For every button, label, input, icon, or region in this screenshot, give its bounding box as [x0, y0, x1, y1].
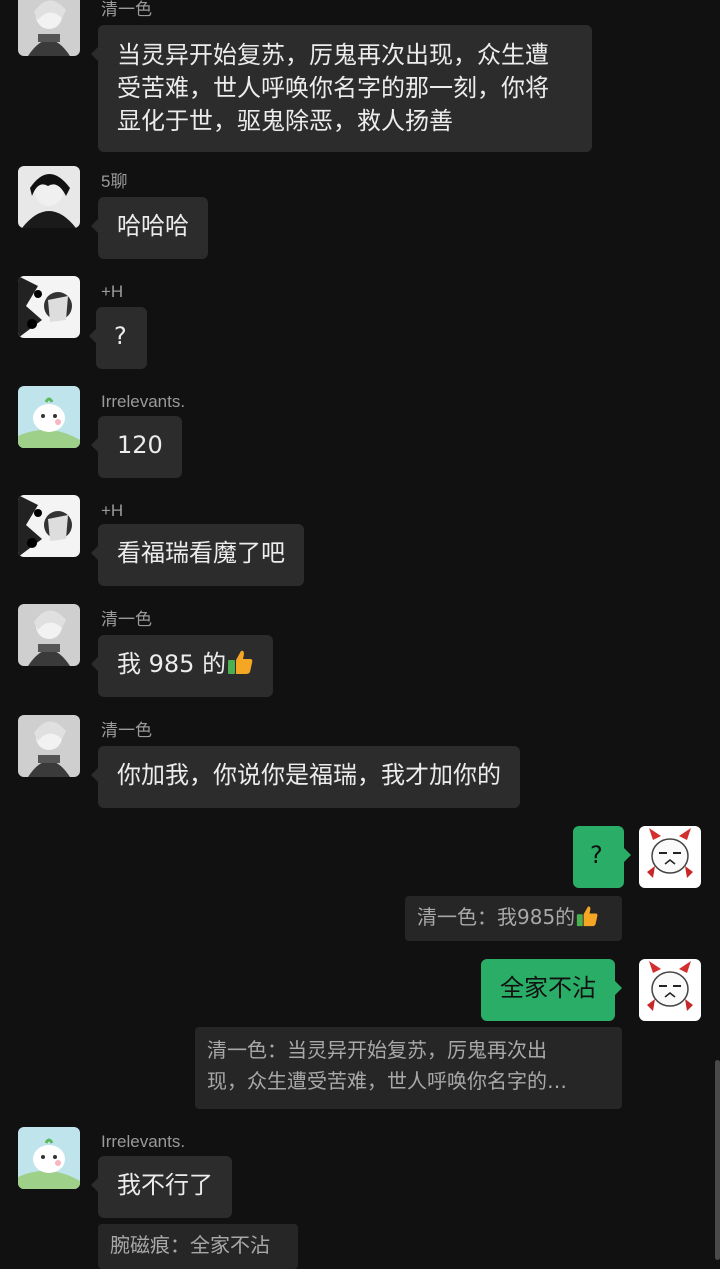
- sender-name: Irrelevants.: [101, 392, 186, 411]
- avatar[interactable]: [18, 604, 80, 666]
- sender-name: 5聊: [101, 172, 128, 191]
- sender-name: 清一色: [101, 721, 152, 740]
- sender-name: Irrelevants.: [101, 1132, 186, 1151]
- quoted-message[interactable]: 腕磁痕：全家不沾: [98, 1224, 298, 1269]
- message-bubble[interactable]: 看福瑞看魔了吧: [91, 524, 304, 586]
- avatar[interactable]: [18, 0, 80, 56]
- sender-name: +H: [101, 282, 124, 301]
- scrollbar[interactable]: [715, 1060, 720, 1260]
- message-bubble[interactable]: 我不行了: [91, 1156, 232, 1218]
- message-bubble-outgoing[interactable]: ?: [573, 826, 631, 888]
- message-bubble[interactable]: 当灵异开始复苏，厉鬼再次出现，众生遭 受苦难，世人呼唤你名字的那一刻，你将 显化…: [91, 25, 592, 152]
- quoted-text-line: 清一色：当灵异开始复苏，厉鬼再次出: [207, 1038, 547, 1062]
- thumbs-up-icon: [226, 649, 254, 684]
- message-text-line: 显化于世，驱鬼除恶，救人扬善: [117, 107, 453, 135]
- quoted-message[interactable]: 清一色：我985的: [405, 896, 622, 941]
- message-text-line: 受苦难，世人呼唤你名字的那一刻，你将: [117, 74, 549, 102]
- avatar[interactable]: [18, 386, 80, 448]
- sender-name: +H: [101, 501, 124, 520]
- quoted-message[interactable]: 清一色：当灵异开始复苏，厉鬼再次出 现，众生遭受苦难，世人呼唤你名字的…: [195, 1027, 622, 1109]
- message-text: 我 985 的: [117, 650, 227, 678]
- avatar[interactable]: [18, 715, 80, 777]
- sender-name: 清一色: [101, 610, 152, 629]
- avatar[interactable]: [639, 959, 701, 1021]
- avatar[interactable]: [18, 495, 80, 557]
- avatar[interactable]: [18, 166, 80, 228]
- message-bubble[interactable]: ?: [89, 307, 147, 369]
- message-bubble-outgoing[interactable]: 全家不沾: [481, 959, 622, 1021]
- quoted-text: 清一色：我985的: [417, 905, 576, 929]
- avatar[interactable]: [639, 826, 701, 888]
- sender-name: 清一色: [101, 0, 152, 19]
- thumbs-up-icon: [575, 905, 599, 936]
- message-bubble[interactable]: 哈哈哈: [91, 197, 208, 259]
- message-bubble[interactable]: 你加我，你说你是福瑞，我才加你的: [91, 746, 520, 808]
- message-text-line: 当灵异开始复苏，厉鬼再次出现，众生遭: [117, 41, 549, 69]
- message-bubble[interactable]: 我 985 的: [90, 635, 274, 697]
- quoted-text-line: 现，众生遭受苦难，世人呼唤你名字的…: [207, 1069, 567, 1093]
- message-bubble[interactable]: 120: [91, 416, 182, 478]
- avatar[interactable]: [18, 276, 80, 338]
- avatar[interactable]: [18, 1127, 80, 1189]
